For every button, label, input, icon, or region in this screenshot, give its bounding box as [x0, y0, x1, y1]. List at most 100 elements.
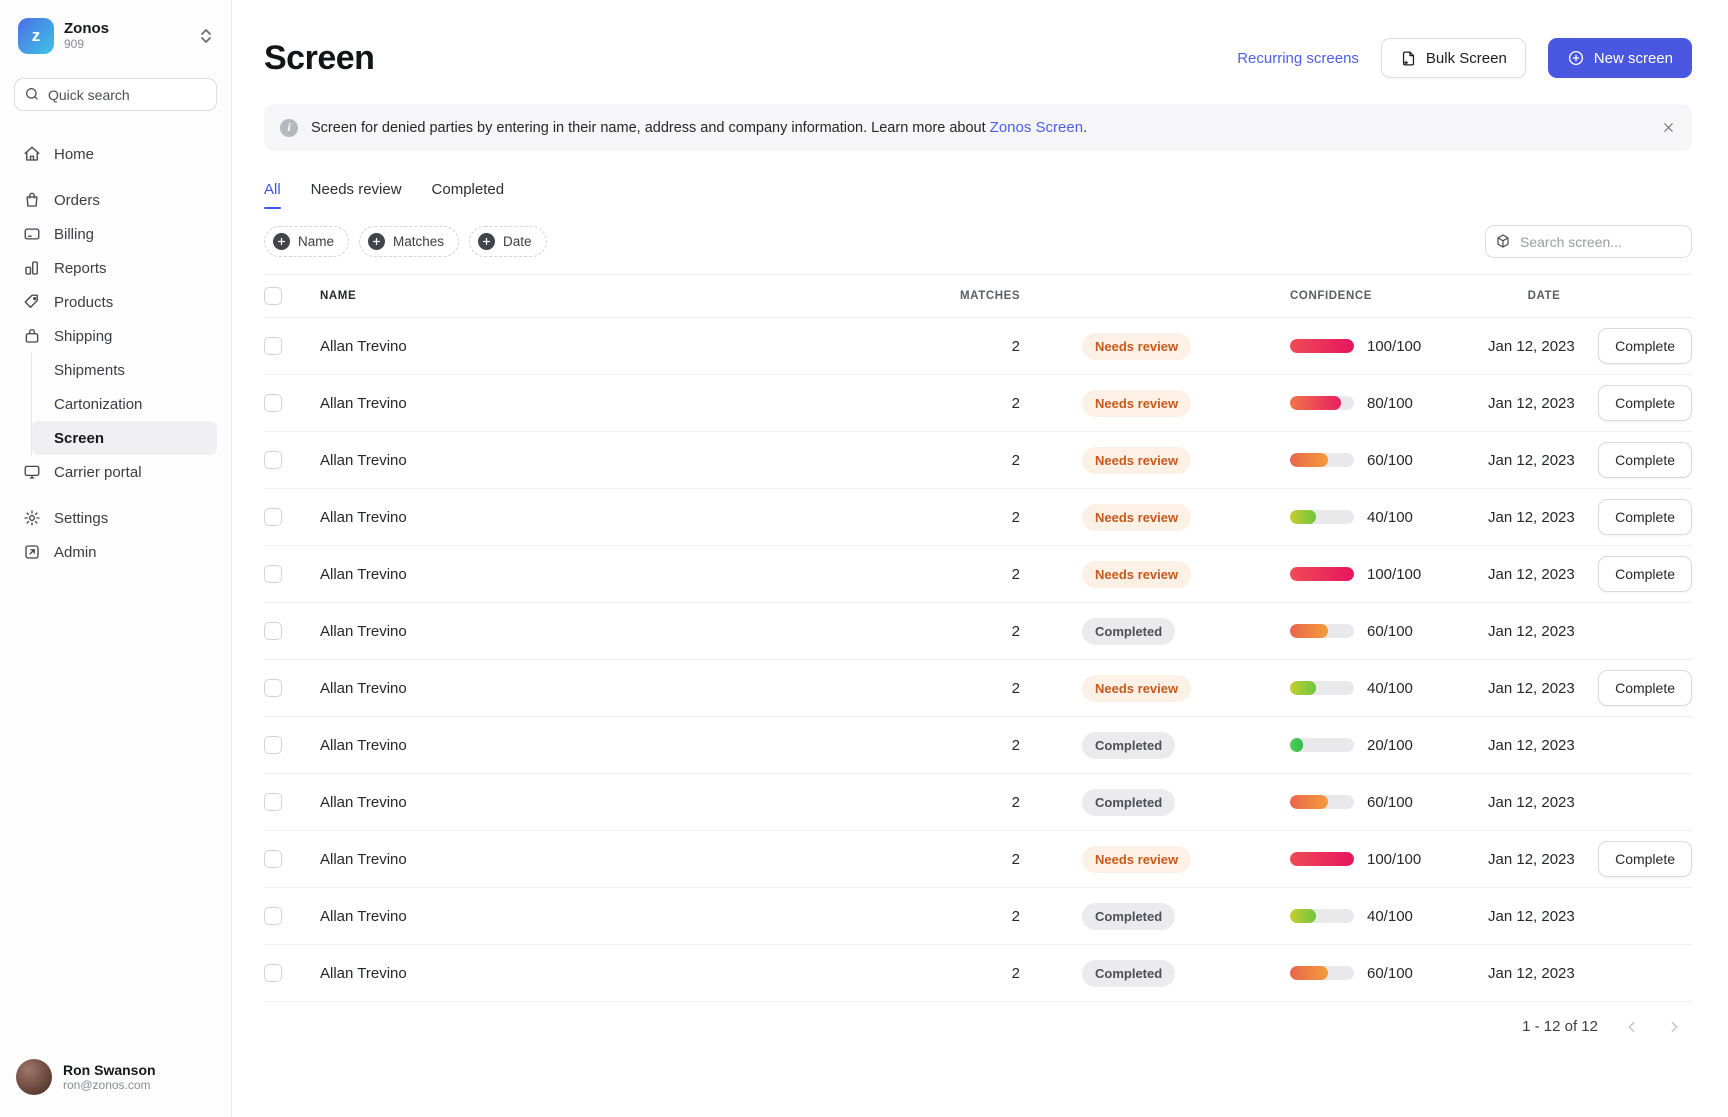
complete-button[interactable]: Complete — [1598, 385, 1692, 421]
zonos-logo: z — [18, 18, 54, 54]
sidebar-item-label: Cartonization — [54, 396, 142, 413]
filter-date-button[interactable]: Date — [469, 226, 547, 257]
row-checkbox[interactable] — [264, 736, 282, 754]
chevron-left-icon[interactable] — [1624, 1019, 1640, 1035]
sidebar-item-shipments[interactable]: Shipments — [32, 353, 217, 387]
org-id: 909 — [64, 38, 189, 52]
row-date: Jan 12, 2023 — [1488, 623, 1600, 640]
sidebar-item-products[interactable]: Products — [14, 285, 217, 319]
table-row[interactable]: Allan Trevino 2 Needs review 100/100 Jan… — [264, 318, 1692, 375]
plus-icon — [273, 233, 290, 250]
column-header-confidence: CONFIDENCE — [1290, 290, 1488, 302]
filter-name-button[interactable]: Name — [264, 226, 349, 257]
select-all-checkbox[interactable] — [264, 287, 282, 305]
row-checkbox[interactable] — [264, 622, 282, 640]
sidebar-item-reports[interactable]: Reports — [14, 251, 217, 285]
confidence-bar-fill — [1290, 624, 1328, 638]
zonos-screen-link[interactable]: Zonos Screen — [990, 119, 1083, 136]
row-checkbox[interactable] — [264, 451, 282, 469]
complete-button[interactable]: Complete — [1598, 328, 1692, 364]
table-row[interactable]: Allan Trevino 2 Needs review 100/100 Jan… — [264, 546, 1692, 603]
table-row[interactable]: Allan Trevino 2 Needs review 100/100 Jan… — [264, 831, 1692, 888]
row-name: Allan Trevino — [320, 794, 960, 811]
table-row[interactable]: Allan Trevino 2 Needs review 60/100 Jan … — [264, 432, 1692, 489]
table-row[interactable]: Allan Trevino 2 Needs review 80/100 Jan … — [264, 375, 1692, 432]
sidebar-item-settings[interactable]: Settings — [14, 501, 217, 535]
close-icon[interactable] — [1661, 120, 1676, 135]
table-row[interactable]: Allan Trevino 2 Completed 40/100 Jan 12,… — [264, 888, 1692, 945]
confidence-value: 100/100 — [1367, 851, 1421, 868]
table-row[interactable]: Allan Trevino 2 Completed 60/100 Jan 12,… — [264, 945, 1692, 1002]
org-name: Zonos — [64, 20, 189, 37]
filter-matches-button[interactable]: Matches — [359, 226, 459, 257]
complete-button[interactable]: Complete — [1598, 442, 1692, 478]
row-date: Jan 12, 2023 — [1488, 851, 1600, 868]
confidence-value: 20/100 — [1367, 737, 1413, 754]
pagination-label: 1 - 12 of 12 — [1522, 1018, 1598, 1035]
recurring-screens-link[interactable]: Recurring screens — [1237, 50, 1359, 67]
tab-needs-review[interactable]: Needs review — [311, 181, 402, 209]
row-date: Jan 12, 2023 — [1488, 965, 1600, 982]
tab-completed[interactable]: Completed — [432, 181, 505, 209]
chevron-right-icon[interactable] — [1666, 1019, 1682, 1035]
row-checkbox[interactable] — [264, 565, 282, 583]
complete-button[interactable]: Complete — [1598, 670, 1692, 706]
sidebar-item-billing[interactable]: Billing — [14, 217, 217, 251]
status-badge: Needs review — [1082, 333, 1191, 360]
search-icon — [24, 86, 40, 102]
org-meta: Zonos 909 — [64, 20, 189, 51]
complete-button[interactable]: Complete — [1598, 556, 1692, 592]
new-screen-button[interactable]: New screen — [1548, 38, 1692, 78]
org-switcher-chevrons-icon[interactable] — [199, 28, 213, 44]
row-date: Jan 12, 2023 — [1488, 680, 1600, 697]
row-checkbox[interactable] — [264, 964, 282, 982]
screen-search-input[interactable] — [1485, 225, 1692, 258]
screens-table: NAME MATCHES CONFIDENCE DATE Allan Trevi… — [264, 274, 1692, 1002]
complete-button[interactable]: Complete — [1598, 841, 1692, 877]
tab-all[interactable]: All — [264, 181, 281, 209]
row-checkbox[interactable] — [264, 793, 282, 811]
row-matches: 2 — [960, 851, 1020, 868]
row-checkbox[interactable] — [264, 394, 282, 412]
confidence-bar-fill — [1290, 453, 1328, 467]
sidebar: z Zonos 909 Home Orders — [0, 0, 232, 1117]
table-row[interactable]: Allan Trevino 2 Completed 20/100 Jan 12,… — [264, 717, 1692, 774]
row-checkbox[interactable] — [264, 337, 282, 355]
sidebar-item-home[interactable]: Home — [14, 137, 217, 171]
table-row[interactable]: Allan Trevino 2 Needs review 40/100 Jan … — [264, 489, 1692, 546]
sidebar-item-label: Settings — [54, 510, 108, 527]
row-matches: 2 — [960, 737, 1020, 754]
plus-icon — [368, 233, 385, 250]
shipping-subnav: Shipments Cartonization Screen — [31, 353, 217, 455]
confidence-bar — [1290, 396, 1354, 410]
sidebar-nav: Home Orders Billing Reports Products S — [14, 137, 217, 569]
page-title: Screen — [264, 39, 374, 78]
sidebar-item-cartonization[interactable]: Cartonization — [32, 387, 217, 421]
table-row[interactable]: Allan Trevino 2 Completed 60/100 Jan 12,… — [264, 603, 1692, 660]
row-checkbox[interactable] — [264, 850, 282, 868]
sidebar-item-orders[interactable]: Orders — [14, 183, 217, 217]
confidence-bar-fill — [1290, 681, 1316, 695]
bulk-screen-button[interactable]: Bulk Screen — [1381, 38, 1526, 78]
sidebar-item-shipping[interactable]: Shipping — [14, 319, 217, 353]
org-switcher[interactable]: z Zonos 909 — [14, 16, 217, 56]
row-date: Jan 12, 2023 — [1488, 509, 1600, 526]
confidence-value: 40/100 — [1367, 509, 1413, 526]
row-checkbox[interactable] — [264, 679, 282, 697]
quick-search-input[interactable] — [14, 78, 217, 111]
table-row[interactable]: Allan Trevino 2 Completed 60/100 Jan 12,… — [264, 774, 1692, 831]
sidebar-item-admin[interactable]: Admin — [14, 535, 217, 569]
banner-text: Screen for denied parties by entering in… — [311, 119, 1087, 136]
table-row[interactable]: Allan Trevino 2 Needs review 40/100 Jan … — [264, 660, 1692, 717]
info-icon: i — [280, 119, 298, 137]
sidebar-item-carrier-portal[interactable]: Carrier portal — [14, 455, 217, 489]
confidence-value: 40/100 — [1367, 680, 1413, 697]
row-checkbox[interactable] — [264, 508, 282, 526]
sidebar-item-label: Screen — [54, 430, 104, 447]
row-name: Allan Trevino — [320, 737, 960, 754]
sidebar-item-screen[interactable]: Screen — [32, 421, 217, 455]
row-name: Allan Trevino — [320, 338, 960, 355]
row-checkbox[interactable] — [264, 907, 282, 925]
complete-button[interactable]: Complete — [1598, 499, 1692, 535]
user-profile[interactable]: Ron Swanson ron@zonos.com — [14, 1055, 217, 1099]
